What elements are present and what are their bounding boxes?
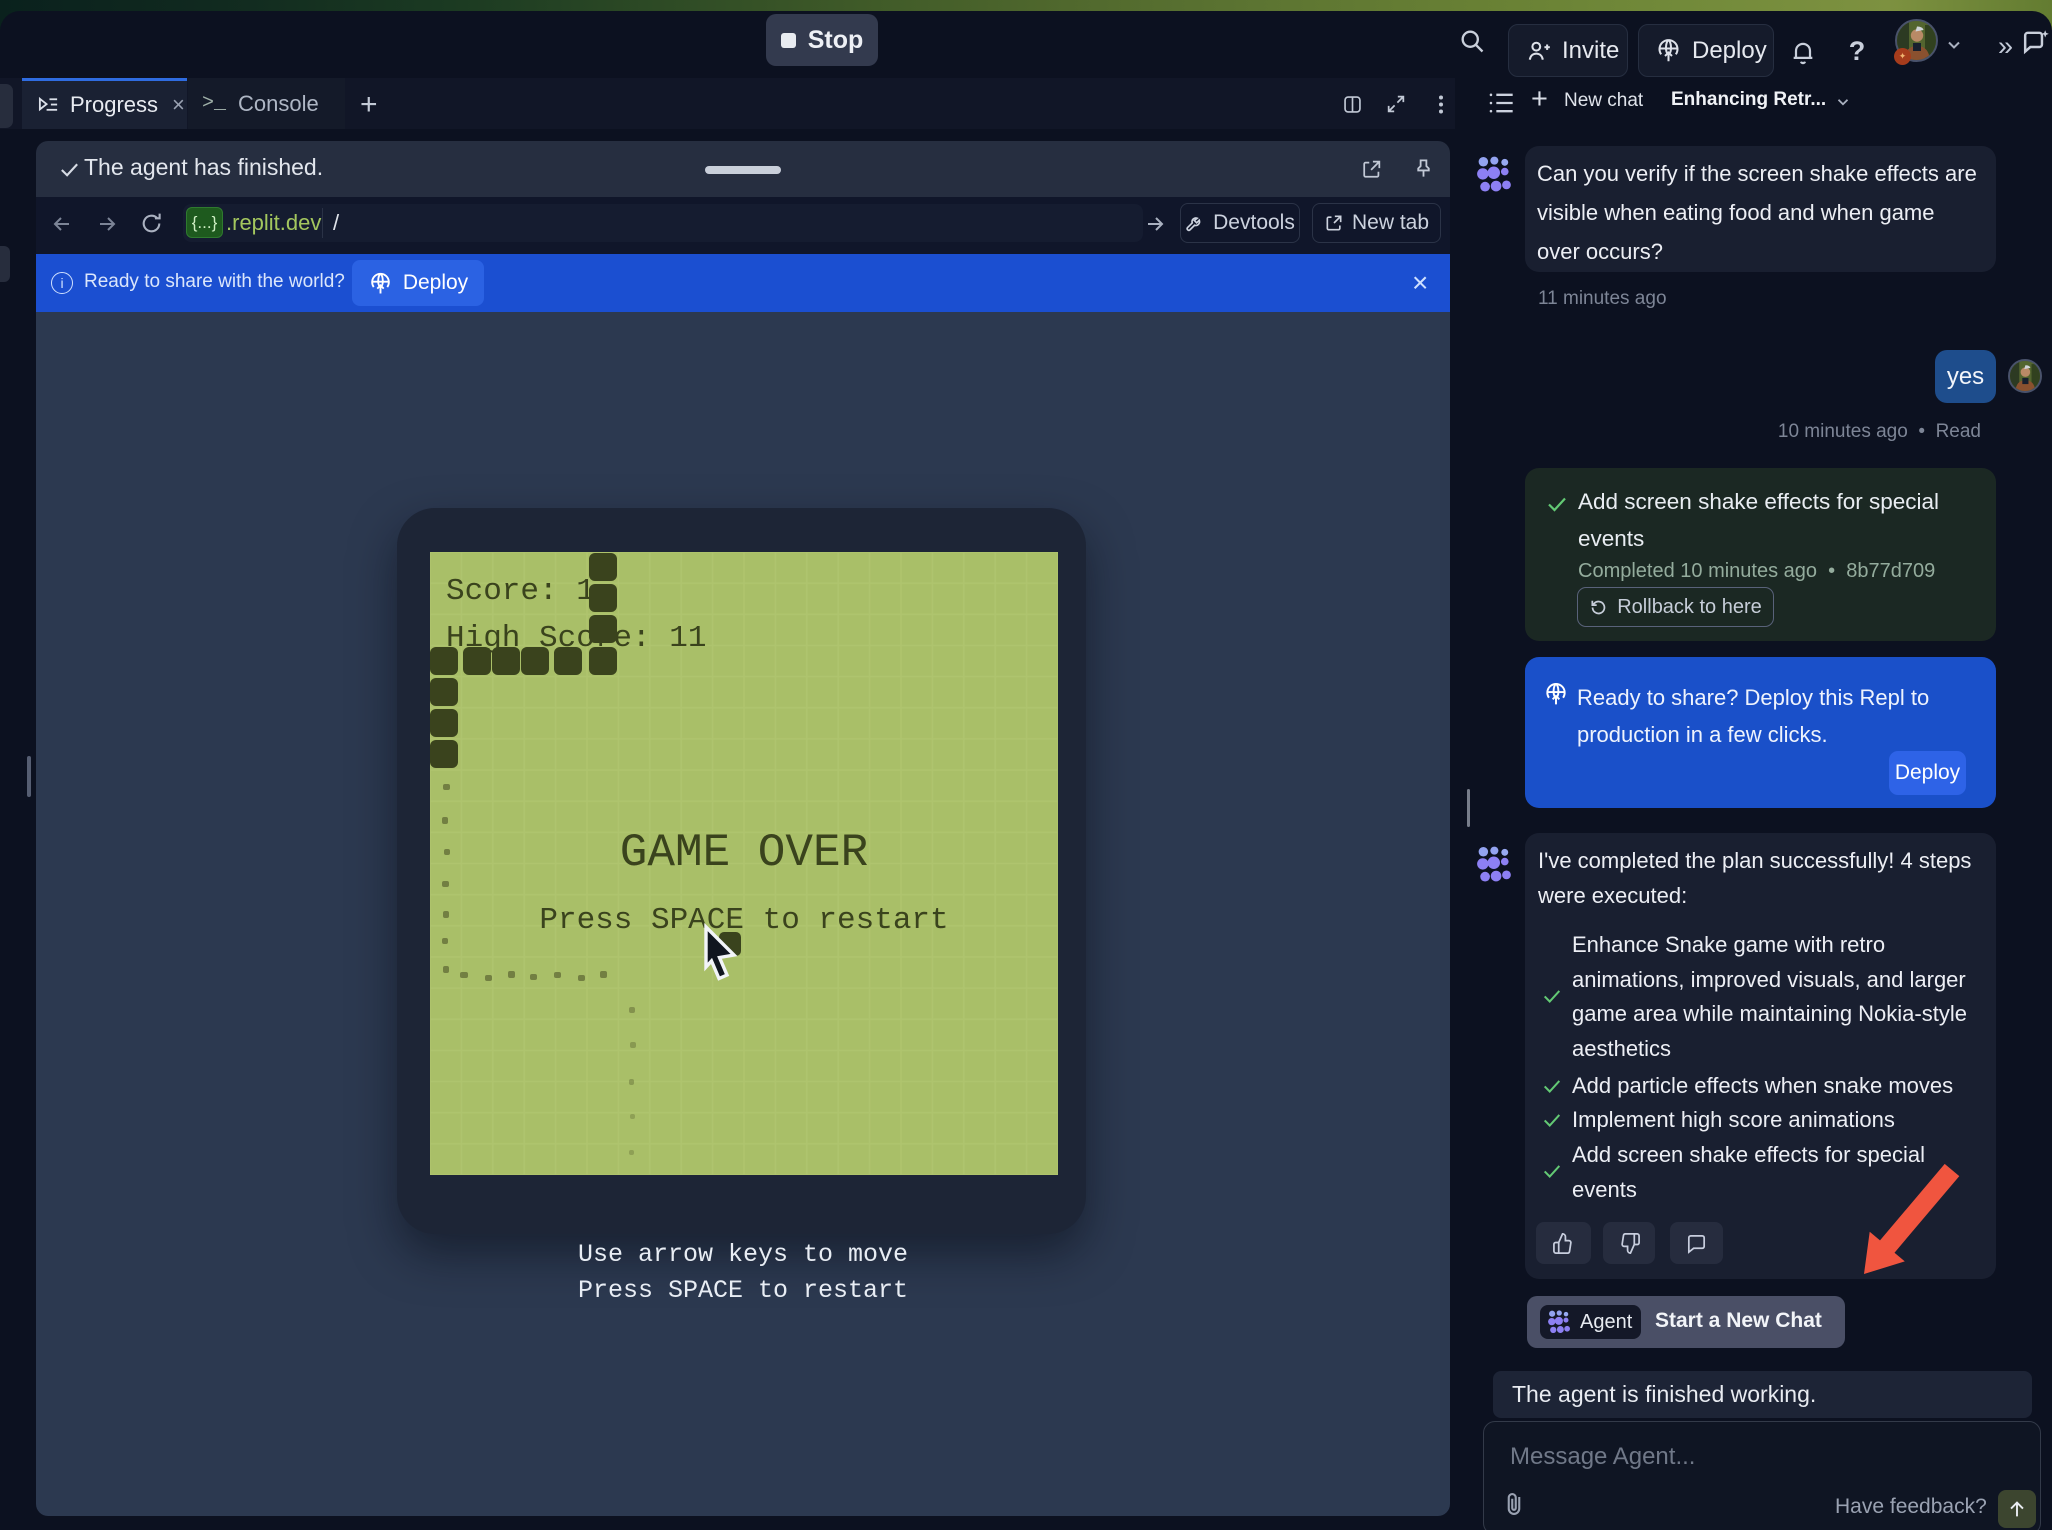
svg-text:Press SPACE to restart: Press SPACE to restart xyxy=(539,903,948,938)
svg-text:GAME OVER: GAME OVER xyxy=(620,827,868,879)
svg-text:Score: 1: Score: 1 xyxy=(446,574,595,609)
